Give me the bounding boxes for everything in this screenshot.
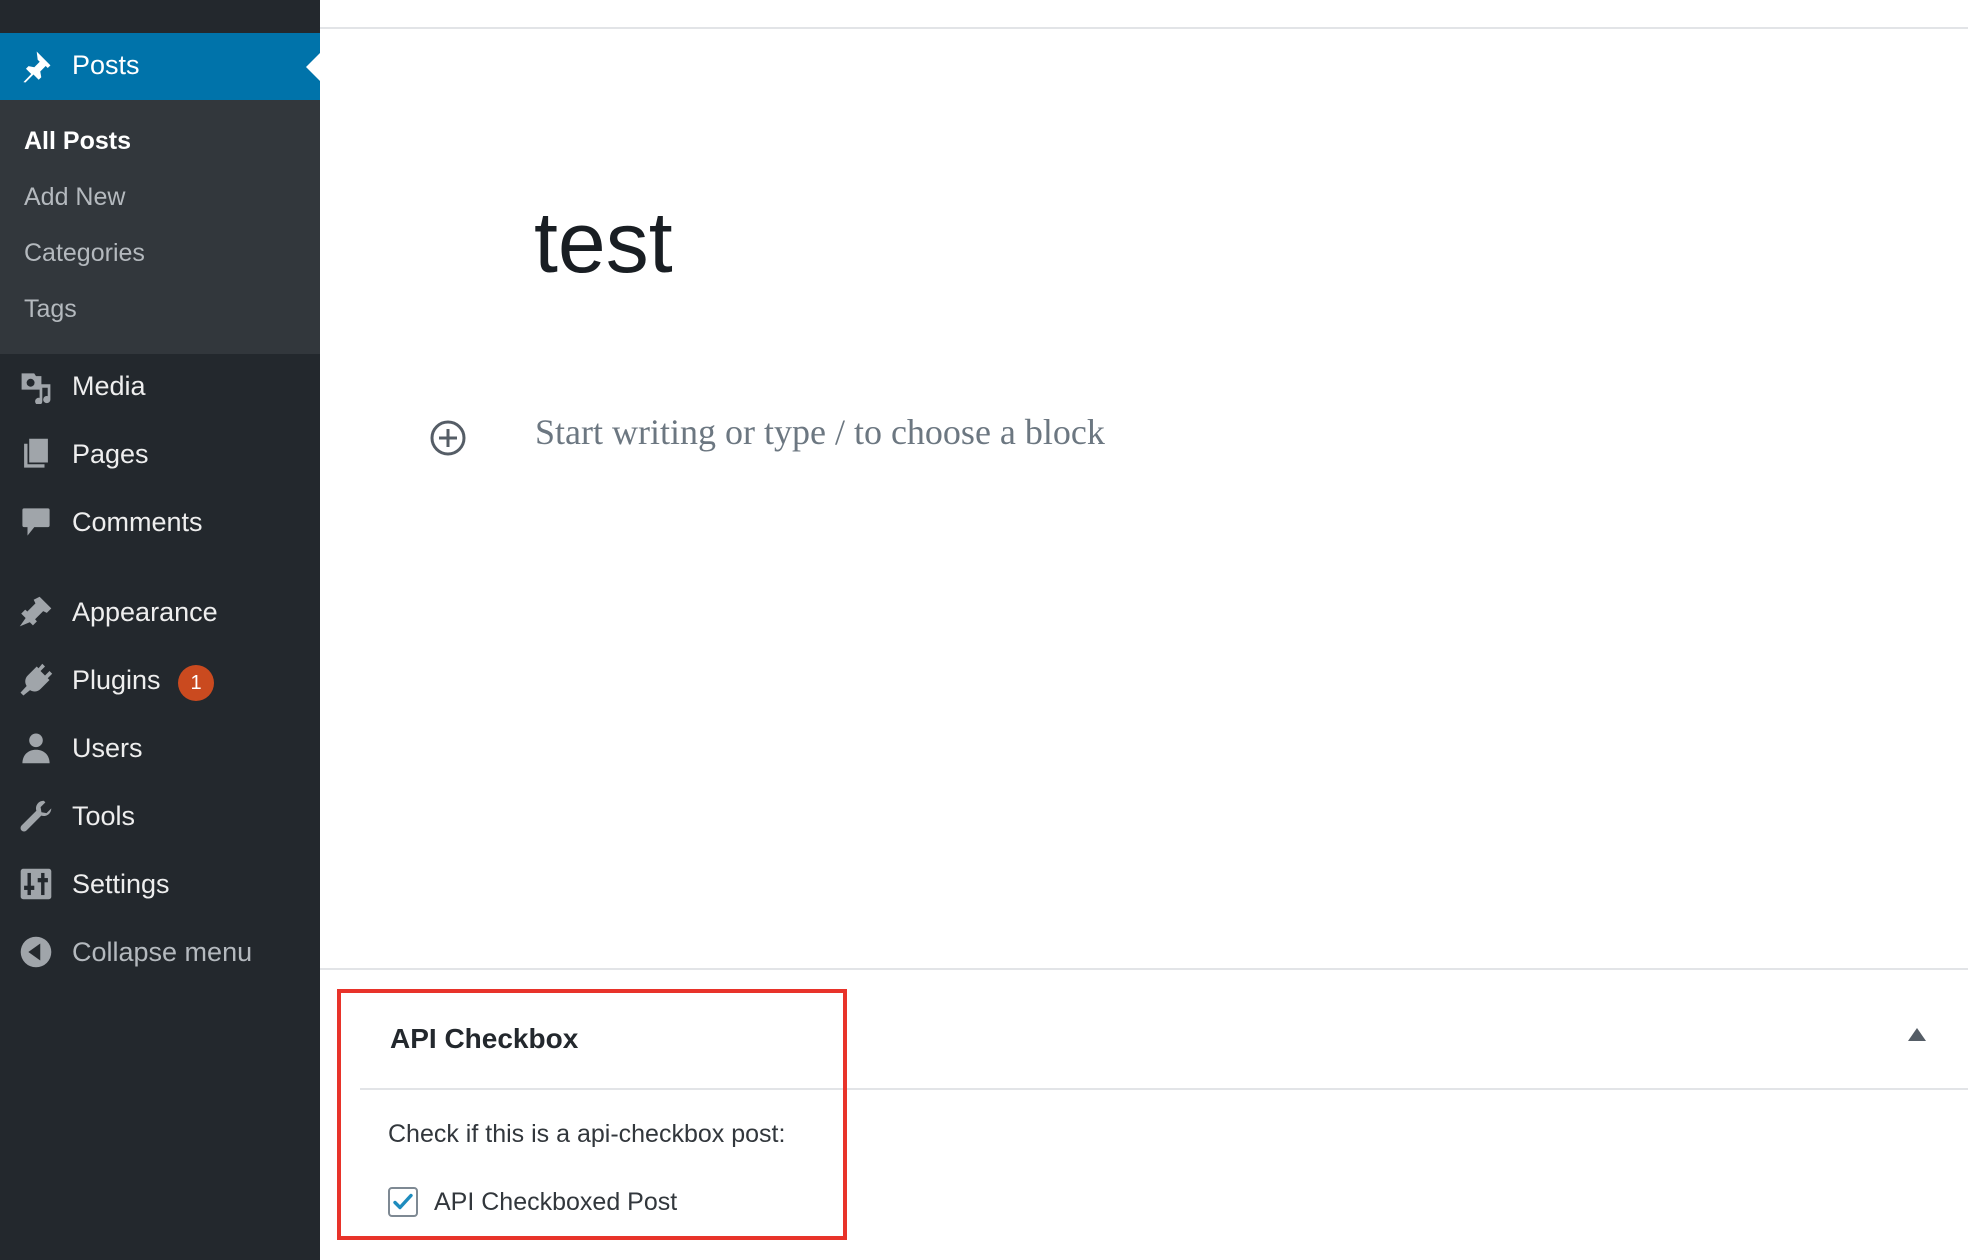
submenu-item-all-posts[interactable]: All Posts bbox=[24, 127, 131, 156]
sidebar-item-label: Pages bbox=[72, 439, 149, 469]
sidebar-item-appearance[interactable]: Appearance bbox=[0, 584, 320, 640]
sliders-icon bbox=[17, 865, 55, 903]
sidebar-item-tools[interactable]: Tools bbox=[0, 788, 320, 844]
block-editor: test Start writing or type / to choose a… bbox=[320, 0, 1968, 1260]
sidebar-item-label: Collapse menu bbox=[72, 937, 253, 967]
block-placeholder[interactable]: Start writing or type / to choose a bloc… bbox=[535, 411, 1105, 453]
submenu-item-categories[interactable]: Categories bbox=[24, 239, 145, 268]
sidebar-item-label: Comments bbox=[72, 507, 203, 537]
wp-admin-editor: Posts All Posts Add New Categories Tags … bbox=[0, 0, 1968, 1260]
sidebar-item-media[interactable]: Media bbox=[0, 358, 320, 414]
collapse-toggle-icon[interactable] bbox=[1908, 1028, 1926, 1041]
comment-icon bbox=[17, 503, 55, 541]
user-icon bbox=[17, 729, 55, 767]
collapse-menu-button[interactable]: Collapse menu bbox=[0, 924, 320, 980]
sidebar-item-comments[interactable]: Comments bbox=[0, 494, 320, 550]
admin-sidebar: Posts All Posts Add New Categories Tags … bbox=[0, 0, 320, 1260]
sidebar-item-label: Tools bbox=[72, 801, 136, 831]
api-checkbox-metabox: API Checkbox Check if this is a api-chec… bbox=[320, 970, 1968, 1260]
paintbrush-icon bbox=[17, 593, 55, 631]
sidebar-item-label: Appearance bbox=[72, 597, 218, 627]
add-block-button[interactable] bbox=[428, 418, 468, 458]
sidebar-item-posts[interactable]: Posts bbox=[0, 33, 320, 100]
sidebar-item-users[interactable]: Users bbox=[0, 720, 320, 776]
sidebar-item-label: Settings bbox=[72, 869, 170, 899]
pushpin-icon bbox=[17, 47, 55, 85]
highlight-annotation-box bbox=[337, 989, 847, 1240]
posts-submenu: All Posts Add New Categories Tags bbox=[0, 100, 320, 354]
submenu-item-tags[interactable]: Tags bbox=[24, 295, 77, 324]
collapse-arrow-icon bbox=[17, 933, 55, 971]
pages-icon bbox=[17, 435, 55, 473]
update-count-badge: 1 bbox=[178, 665, 214, 701]
plus-circle-icon bbox=[430, 420, 466, 456]
media-icon bbox=[17, 367, 55, 405]
sidebar-item-settings[interactable]: Settings bbox=[0, 856, 320, 912]
submenu-item-add-new[interactable]: Add New bbox=[24, 183, 125, 212]
sidebar-item-label: Media bbox=[72, 371, 146, 401]
sidebar-item-plugins[interactable]: Plugins 1 bbox=[0, 652, 320, 708]
wrench-icon bbox=[17, 797, 55, 835]
plug-icon bbox=[17, 661, 55, 699]
post-title-input[interactable]: test bbox=[534, 194, 673, 293]
sidebar-item-pages[interactable]: Pages bbox=[0, 426, 320, 482]
sidebar-item-label: Plugins bbox=[72, 665, 161, 695]
current-indicator bbox=[306, 53, 320, 81]
sidebar-item-label: Users bbox=[72, 733, 143, 763]
header-divider bbox=[320, 27, 1968, 29]
sidebar-item-label: Posts bbox=[72, 50, 140, 80]
